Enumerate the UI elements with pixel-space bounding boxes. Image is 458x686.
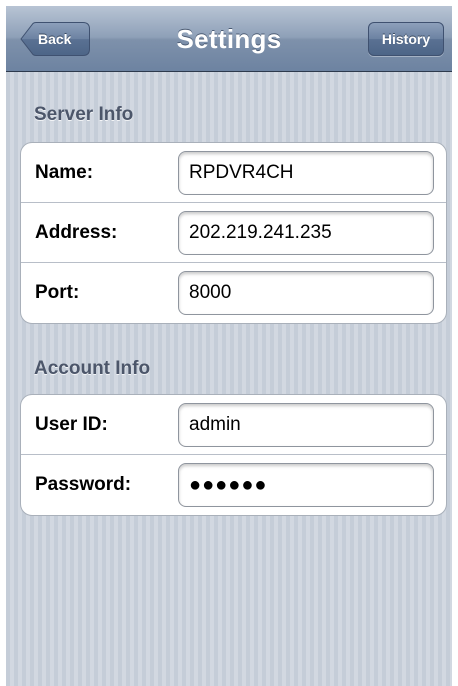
table-row-port: Port: 8000: [21, 263, 446, 323]
password-field[interactable]: ●●●●●●: [178, 463, 434, 507]
port-label: Port:: [35, 282, 80, 303]
address-field[interactable]: 202.219.241.235: [178, 211, 434, 255]
password-label: Password:: [35, 474, 132, 495]
table-row-address: Address: 202.219.241.235: [21, 203, 446, 263]
user-id-field[interactable]: admin: [178, 403, 434, 447]
history-button[interactable]: History: [368, 22, 444, 56]
user-id-label: User ID:: [35, 414, 108, 435]
table-row-user-id: User ID: admin: [21, 395, 446, 455]
port-field[interactable]: 8000: [178, 271, 434, 315]
name-field[interactable]: RPDVR4CH: [178, 151, 434, 195]
server-info-group: Name: RPDVR4CH Address: 202.219.241.235 …: [20, 142, 447, 324]
section-header-server-info: Server Info: [34, 104, 134, 125]
section-header-account-info: Account Info: [34, 358, 151, 379]
table-row-password: Password: ●●●●●●: [21, 455, 446, 515]
account-info-group: User ID: admin Password: ●●●●●●: [20, 394, 447, 516]
settings-screen: Back Settings History Server Info Name: …: [6, 6, 452, 686]
address-label: Address:: [35, 222, 118, 243]
navigation-bar: Back Settings History: [6, 6, 452, 72]
phone-frame: Back Settings History Server Info Name: …: [0, 0, 458, 686]
table-row-name: Name: RPDVR4CH: [21, 143, 446, 203]
name-label: Name:: [35, 162, 94, 183]
